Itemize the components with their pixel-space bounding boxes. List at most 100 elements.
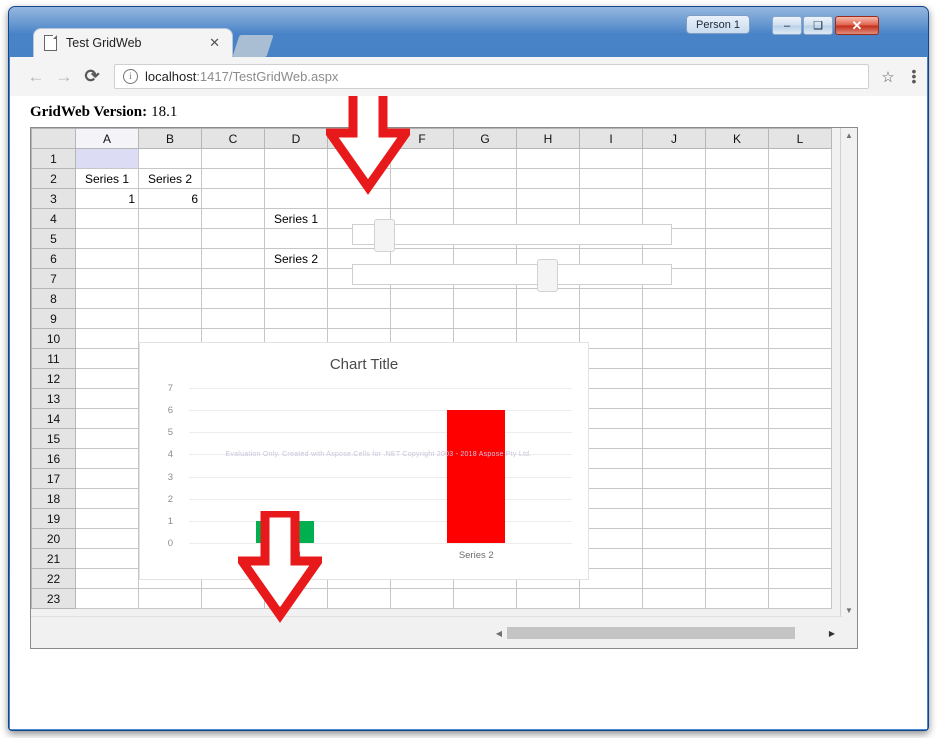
grid-cell-k4[interactable] (705, 208, 769, 229)
bookmark-star-icon[interactable]: ☆ (875, 68, 901, 86)
grid-cell-l6[interactable] (768, 248, 832, 269)
grid-cell-l13[interactable] (768, 388, 832, 409)
grid-cell-k23[interactable] (705, 588, 769, 609)
grid-cell-h2[interactable] (516, 168, 580, 189)
grid-cell-l4[interactable] (768, 208, 832, 229)
grid-cell-l2[interactable] (768, 168, 832, 189)
grid-cell-d4[interactable]: Series 1 (264, 208, 328, 229)
row-header-9[interactable]: 9 (31, 308, 76, 329)
series-2-trackbar[interactable] (352, 259, 672, 292)
row-header-7[interactable]: 7 (31, 268, 76, 289)
grid-cell-f23[interactable] (390, 588, 454, 609)
grid-cell-b7[interactable] (138, 268, 202, 289)
row-header-19[interactable]: 19 (31, 508, 76, 529)
grid-cell-h1[interactable] (516, 148, 580, 169)
grid-cell-k21[interactable] (705, 548, 769, 569)
grid-cell-j3[interactable] (642, 188, 706, 209)
row-header-6[interactable]: 6 (31, 248, 76, 269)
grid-cell-a19[interactable] (75, 508, 139, 529)
column-header-c[interactable]: C (201, 128, 265, 149)
grid-cell-e8[interactable] (327, 288, 391, 309)
grid-cell-f1[interactable] (390, 148, 454, 169)
grid-cell-b23[interactable] (138, 588, 202, 609)
grid-cell-g1[interactable] (453, 148, 517, 169)
grid-cell-l11[interactable] (768, 348, 832, 369)
scroll-down-icon[interactable]: ▼ (841, 603, 857, 618)
grid-horizontal-scrollbar[interactable]: ◀ ▶ (493, 626, 838, 640)
grid-vertical-scrollbar[interactable]: ▲ ▼ (840, 128, 857, 618)
minimize-button[interactable]: – (772, 16, 802, 35)
grid-cell-k10[interactable] (705, 328, 769, 349)
grid-cell-l20[interactable] (768, 528, 832, 549)
grid-cell-c3[interactable] (201, 188, 265, 209)
grid-cell-h9[interactable] (516, 308, 580, 329)
grid-cell-k20[interactable] (705, 528, 769, 549)
person-profile-button[interactable]: Person 1 (686, 15, 751, 34)
column-header-b[interactable]: B (138, 128, 202, 149)
grid-cell-j12[interactable] (642, 368, 706, 389)
grid-cell-l22[interactable] (768, 568, 832, 589)
column-header-k[interactable]: K (705, 128, 769, 149)
grid-cell-l7[interactable] (768, 268, 832, 289)
grid-cell-a5[interactable] (75, 228, 139, 249)
grid-cell-k16[interactable] (705, 448, 769, 469)
grid-cell-j23[interactable] (642, 588, 706, 609)
grid-cell-i8[interactable] (579, 288, 643, 309)
grid-cell-a9[interactable] (75, 308, 139, 329)
row-header-12[interactable]: 12 (31, 368, 76, 389)
grid-cell-c5[interactable] (201, 228, 265, 249)
grid-cell-j17[interactable] (642, 468, 706, 489)
grid-cell-a13[interactable] (75, 388, 139, 409)
grid-cell-k13[interactable] (705, 388, 769, 409)
grid-cell-j16[interactable] (642, 448, 706, 469)
grid-cell-j9[interactable] (642, 308, 706, 329)
grid-cell-d5[interactable] (264, 228, 328, 249)
grid-cell-l16[interactable] (768, 448, 832, 469)
grid-cell-i2[interactable] (579, 168, 643, 189)
grid-cell-k11[interactable] (705, 348, 769, 369)
row-header-10[interactable]: 10 (31, 328, 76, 349)
address-bar[interactable]: i localhost:1417/TestGridWeb.aspx (114, 64, 869, 89)
grid-cell-k22[interactable] (705, 568, 769, 589)
grid-cell-k3[interactable] (705, 188, 769, 209)
grid-cell-d2[interactable] (264, 168, 328, 189)
site-info-icon[interactable]: i (123, 69, 138, 84)
scroll-right-icon[interactable]: ▶ (826, 626, 838, 640)
row-header-1[interactable]: 1 (31, 148, 76, 169)
grid-cell-f8[interactable] (390, 288, 454, 309)
grid-cell-f9[interactable] (390, 308, 454, 329)
grid-cell-a14[interactable] (75, 408, 139, 429)
grid-cell-e2[interactable] (327, 168, 391, 189)
grid-cell-a15[interactable] (75, 428, 139, 449)
row-header-3[interactable]: 3 (31, 188, 76, 209)
grid-cell-a21[interactable] (75, 548, 139, 569)
grid-cell-j2[interactable] (642, 168, 706, 189)
grid-cell-j1[interactable] (642, 148, 706, 169)
grid-cell-k18[interactable] (705, 488, 769, 509)
scroll-up-icon[interactable]: ▲ (841, 128, 857, 143)
back-icon[interactable]: ← (22, 67, 50, 87)
row-header-18[interactable]: 18 (31, 488, 76, 509)
row-header-22[interactable]: 22 (31, 568, 76, 589)
grid-cell-l12[interactable] (768, 368, 832, 389)
grid-cell-b1[interactable] (138, 148, 202, 169)
grid-cell-l1[interactable] (768, 148, 832, 169)
grid-cell-k7[interactable] (705, 268, 769, 289)
grid-cell-d1[interactable] (264, 148, 328, 169)
grid-cell-g23[interactable] (453, 588, 517, 609)
grid-cell-l14[interactable] (768, 408, 832, 429)
grid-cell-l18[interactable] (768, 488, 832, 509)
grid-cell-d7[interactable] (264, 268, 328, 289)
grid-cell-k5[interactable] (705, 228, 769, 249)
grid-cell-l3[interactable] (768, 188, 832, 209)
grid-cell-j13[interactable] (642, 388, 706, 409)
grid-cell-b3[interactable]: 6 (138, 188, 202, 209)
row-header-4[interactable]: 4 (31, 208, 76, 229)
grid-cell-j10[interactable] (642, 328, 706, 349)
grid-cell-a17[interactable] (75, 468, 139, 489)
grid-cell-k17[interactable] (705, 468, 769, 489)
embedded-bar-chart[interactable]: Chart Title 0 1 2 3 4 5 6 7 Series 1 Series 2 Ev… (139, 342, 589, 580)
grid-cell-k12[interactable] (705, 368, 769, 389)
grid-cell-a2[interactable]: Series 1 (75, 168, 139, 189)
grid-cell-j22[interactable] (642, 568, 706, 589)
